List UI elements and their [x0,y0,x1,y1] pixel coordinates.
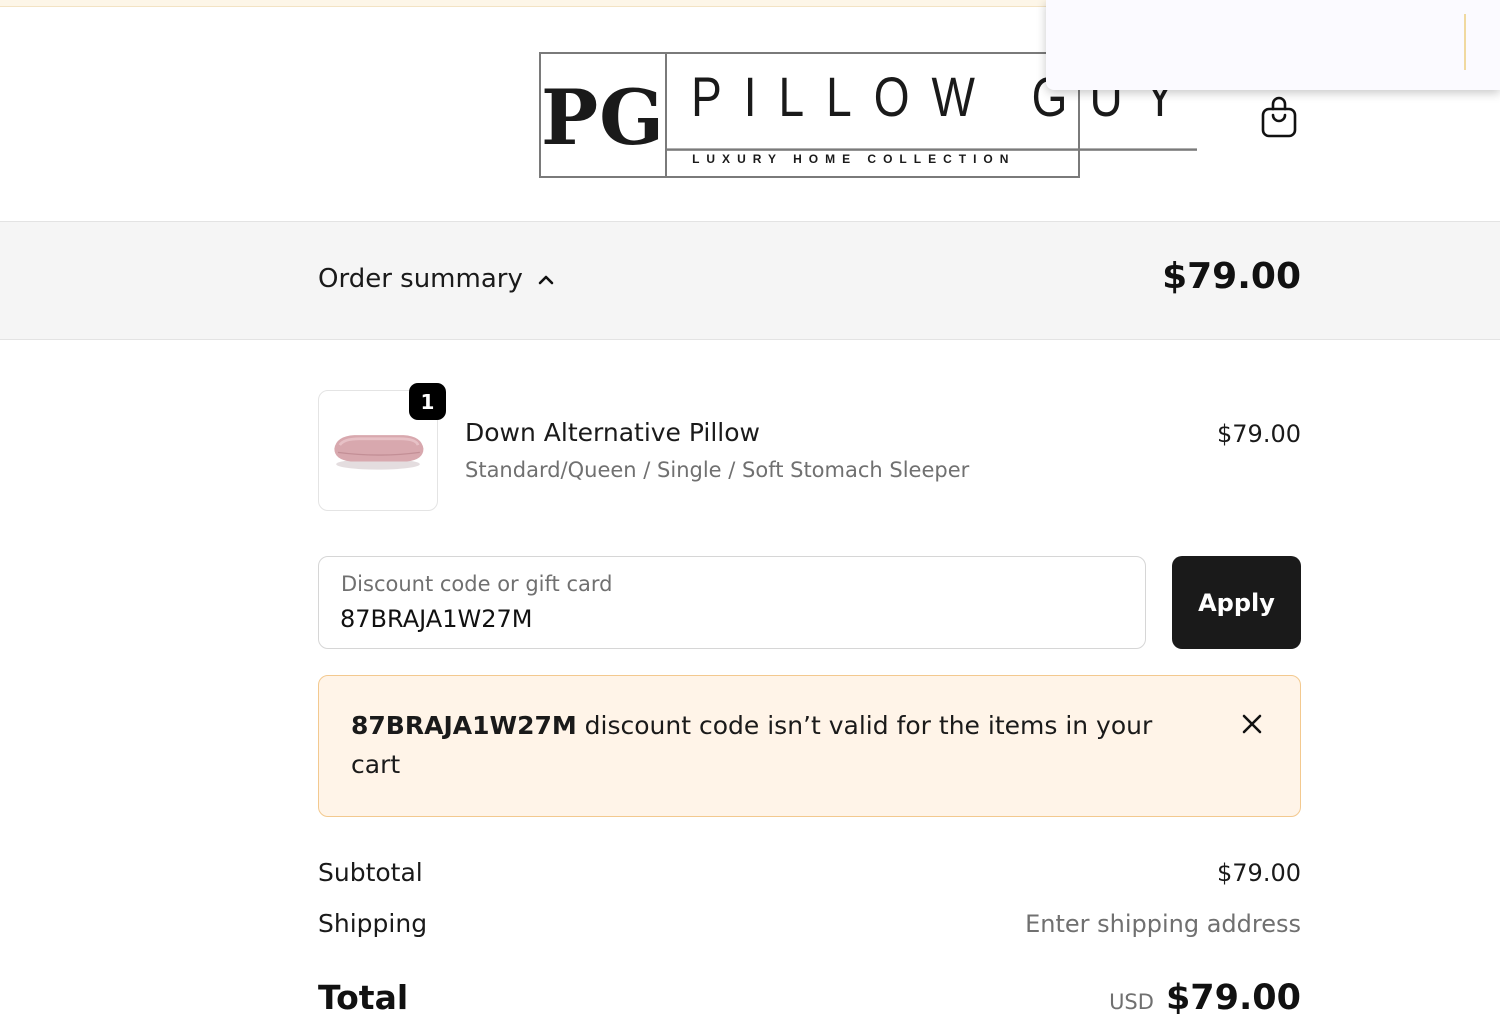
apply-button[interactable]: Apply [1172,556,1301,649]
alert-code: 87BRAJA1W27M [351,711,577,740]
logo-monogram: PG [541,54,668,176]
alert-message: 87BRAJA1W27M discount code isn’t valid f… [351,706,1191,784]
shopping-bag-icon[interactable] [1259,95,1299,139]
quantity-badge: 1 [409,383,446,420]
order-summary-toggle[interactable]: Order summary [318,264,555,294]
discount-error-alert: 87BRAJA1W27M discount code isn’t valid f… [318,675,1301,817]
popup-divider [1464,14,1466,70]
pillow-guy-logo[interactable]: PG PILLOW GUY LUXURY HOME COLLECTION [539,52,1198,178]
product-price: $79.00 [1217,420,1301,448]
shipping-value: Enter shipping address [1025,910,1301,938]
total-currency: USD [1109,990,1154,1014]
total-label: Total [318,978,409,1014]
order-summary-bar: Order summary $79.00 [0,222,1500,340]
product-name: Down Alternative Pillow [465,418,760,447]
order-summary-total: $79.00 [1162,256,1301,297]
discount-code-field[interactable]: Discount code or gift card [318,556,1146,649]
overlay-popup [1046,0,1500,90]
shipping-label: Shipping [318,909,428,938]
close-icon[interactable] [1240,712,1264,736]
discount-code-input[interactable] [340,601,1120,637]
product-variant: Standard/Queen / Single / Soft Stomach S… [465,458,970,482]
order-summary-label: Order summary [318,264,523,294]
discount-code-label: Discount code or gift card [341,572,613,596]
line-item: 1 Down Alternative Pillow Standard/Queen… [318,383,1301,514]
subtotal-value: $79.00 [1217,859,1301,887]
total-value: USD $79.00 [1109,978,1301,1014]
total-amount: $79.00 [1165,978,1301,1014]
subtotal-label: Subtotal [318,858,423,887]
chevron-up-icon [538,275,554,285]
